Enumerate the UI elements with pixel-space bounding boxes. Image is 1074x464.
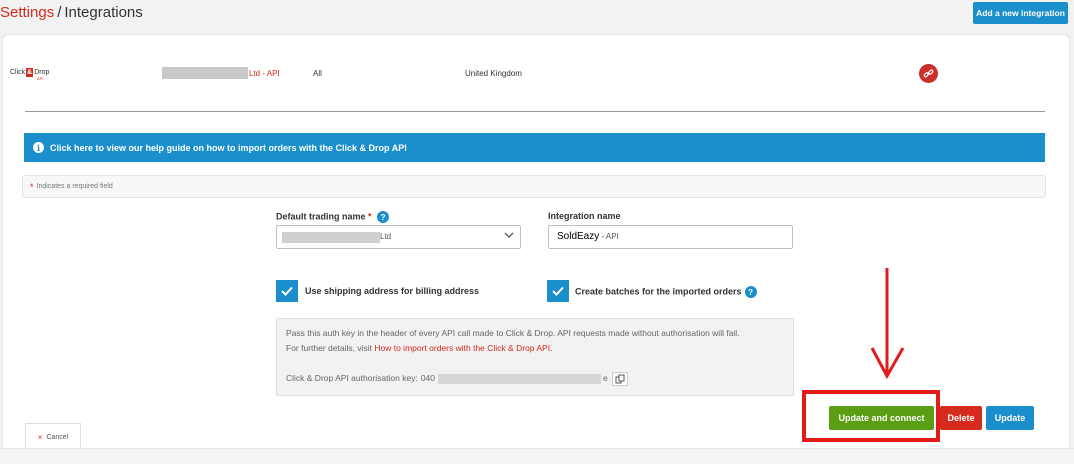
redacted-auth-key — [438, 373, 601, 384]
page-footer-strip — [0, 448, 1074, 464]
update-button[interactable]: Update — [986, 406, 1034, 430]
chain-link-icon — [923, 69, 934, 78]
shipping-billing-label: Use shipping address for billing address — [305, 286, 480, 296]
auth-key-label: Click & Drop API authorisation key: — [286, 373, 418, 383]
integration-row: Click & Drop API Ltd - API All United Ki… — [3, 35, 1069, 113]
divider — [25, 111, 1045, 112]
create-batches-label: Create batches for the imported orders? — [575, 286, 757, 298]
help-guide-text: Click here to view our help guide on how… — [50, 142, 407, 153]
info-icon: i — [33, 142, 44, 153]
auth-key-end: e — [603, 373, 608, 383]
integration-name: Ltd - API — [249, 69, 280, 78]
required-field-note: * Indicates a required field — [22, 175, 1046, 198]
annotation-highlight-box — [802, 390, 940, 442]
help-question-icon[interactable]: ? — [377, 211, 390, 223]
logo-api-tag: API — [37, 76, 44, 81]
breadcrumb-current: Integrations — [64, 4, 143, 21]
create-batches-label-text: Create batches for the imported orders — [575, 286, 742, 297]
integration-country: United Kingdom — [465, 69, 522, 78]
trading-name-value: Ltd — [380, 232, 392, 241]
auth-info-line2: For further details, visit How to import… — [286, 341, 784, 356]
logo-text-click: Click — [10, 69, 26, 76]
logo-amp: & — [26, 68, 34, 77]
logo-text-drop: Drop — [34, 69, 50, 76]
breadcrumb: Settings / Integrations — [0, 4, 143, 21]
auth-key-row: Click & Drop API authorisation key: 040 … — [286, 371, 628, 386]
trading-name-label: Default trading name * ? — [276, 211, 390, 223]
create-batches-checkbox[interactable] — [547, 280, 569, 302]
add-integration-button[interactable]: Add a new integration — [973, 2, 1068, 24]
integration-name-input[interactable]: SoldEazy - API — [548, 225, 793, 249]
checkmark-icon — [281, 286, 293, 296]
cancel-label: Cancel — [46, 433, 69, 441]
integration-name-label: Integration name — [548, 211, 621, 221]
link-icon[interactable] — [919, 64, 938, 83]
checkmark-icon — [552, 286, 564, 296]
required-star: * — [30, 181, 34, 192]
breadcrumb-separator: / — [57, 4, 62, 21]
auth-info-line1: Pass this auth key in the header of ever… — [286, 328, 740, 338]
auth-key-info: Pass this auth key in the header of ever… — [276, 318, 794, 396]
click-drop-logo: Click & Drop API — [10, 68, 50, 81]
trading-name-select[interactable]: Ltd — [276, 225, 521, 249]
redacted-company-name — [162, 67, 248, 79]
auth-key-start: 040 — [420, 373, 435, 383]
close-icon: × — [37, 432, 43, 442]
breadcrumb-settings-link[interactable]: Settings — [0, 4, 54, 21]
trading-name-label-text: Default trading name — [276, 211, 366, 222]
integration-scope: All — [313, 69, 322, 78]
redacted-trading-name — [282, 232, 380, 243]
copy-icon[interactable] — [611, 371, 628, 386]
shipping-billing-checkbox[interactable] — [276, 280, 298, 302]
help-question-icon[interactable]: ? — [744, 286, 757, 298]
trading-name-required-star: * — [368, 211, 372, 222]
auth-info-line2-prefix: For further details, visit — [286, 343, 372, 353]
help-guide-banner[interactable]: i Click here to view our help guide on h… — [24, 133, 1045, 162]
annotation-arrow-icon — [870, 268, 905, 380]
help-guide-link[interactable]: How to import orders with the Click & Dr… — [374, 343, 552, 353]
delete-button[interactable]: Delete — [940, 406, 982, 430]
integration-name-suffix: - API — [601, 232, 619, 241]
chevron-down-icon — [504, 231, 514, 242]
integration-name-typed: SoldEazy — [557, 231, 600, 242]
cancel-button[interactable]: × Cancel — [25, 423, 81, 450]
required-note-text: Indicates a required field — [36, 183, 113, 190]
